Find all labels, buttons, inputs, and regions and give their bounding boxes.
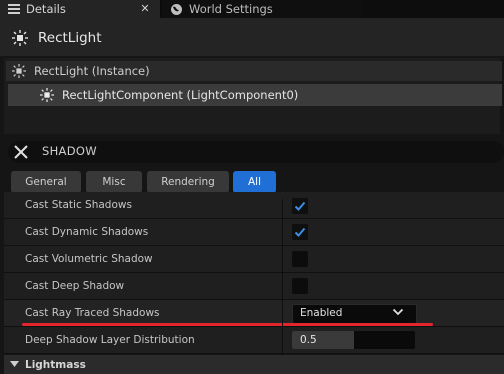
tab-details[interactable]: Details [0, 0, 161, 18]
column-divider[interactable] [282, 199, 283, 355]
cast-volumetric-shadow-checkbox[interactable] [292, 251, 308, 267]
dropdown-selected-value: Enabled [300, 307, 343, 319]
light-bulb-icon [12, 30, 28, 46]
property-label-deep-shadow-layer-distribution: Deep Shadow Layer Distribution [25, 334, 195, 346]
cast-static-shadows-checkbox[interactable] [292, 198, 308, 214]
close-icon[interactable] [13, 144, 29, 160]
deep-shadow-layer-distribution-value: 0.5 [300, 334, 317, 346]
actor-title: RectLight [38, 30, 102, 46]
details-icon [8, 4, 20, 14]
tab-details-label: Details [26, 2, 66, 16]
tab-world-settings[interactable]: World Settings [162, 0, 362, 18]
collapse-arrow-icon [10, 361, 19, 367]
search-value: SHADOW [42, 144, 97, 158]
light-bulb-icon [12, 64, 26, 78]
property-label-cast-static-shadows: Cast Static Shadows [25, 199, 132, 211]
filter-tab-all[interactable]: All [233, 171, 276, 193]
filter-tab-general[interactable]: General [11, 171, 81, 193]
property-label-cast-ray-traced-shadows: Cast Ray Traced Shadows [25, 307, 160, 319]
cast-deep-shadow-checkbox[interactable] [292, 278, 308, 294]
cast-dynamic-shadows-checkbox[interactable] [292, 224, 308, 240]
component-root-label: RectLight (Instance) [34, 64, 150, 78]
close-icon[interactable]: ✕ [138, 0, 152, 18]
property-label-cast-deep-shadow: Cast Deep Shadow [25, 280, 125, 292]
checkmark-icon [294, 201, 306, 211]
property-label-cast-volumetric-shadow: Cast Volumetric Shadow [25, 253, 153, 265]
filter-tab-rendering[interactable]: Rendering [147, 171, 229, 193]
globe-icon [171, 3, 182, 15]
annotation-underline [22, 323, 433, 326]
component-child-label: RectLightComponent (LightComponent0) [62, 88, 299, 102]
section-label: Lightmass [25, 359, 86, 371]
tab-world-settings-label: World Settings [189, 2, 273, 16]
filter-tab-misc[interactable]: Misc [86, 171, 142, 193]
property-label-cast-dynamic-shadows: Cast Dynamic Shadows [25, 226, 149, 238]
checkmark-icon [294, 227, 306, 237]
chevron-down-icon [392, 308, 404, 316]
light-bulb-icon [40, 88, 54, 102]
